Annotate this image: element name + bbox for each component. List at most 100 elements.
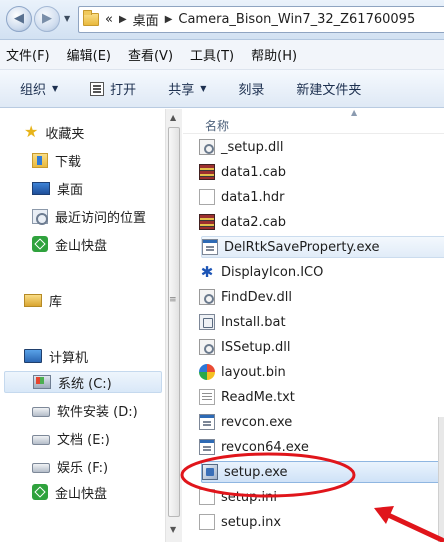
menu-tools[interactable]: 工具(T) <box>190 45 234 64</box>
menu-view[interactable]: 查看(V) <box>128 45 173 64</box>
nav-favorites[interactable]: ★ 收藏夹 <box>24 121 84 143</box>
file-row[interactable]: Install.bat <box>199 311 444 333</box>
file-name: setup.ini <box>221 489 277 505</box>
breadcrumb-current-folder[interactable]: Camera_Bison_Win7_32_Z61760095 <box>178 12 415 27</box>
share-button[interactable]: 共享 ▼ <box>168 79 206 98</box>
nav-item-kuaipan[interactable]: 金山快盘 <box>32 233 107 255</box>
scroll-up-icon[interactable]: ▲ <box>170 113 176 122</box>
breadcrumb-desktop[interactable]: 桌面 <box>133 10 159 29</box>
back-button[interactable]: ◀ <box>6 6 32 32</box>
file-name: DelRtkSaveProperty.exe <box>224 239 380 255</box>
share-label: 共享 <box>168 83 195 98</box>
forward-button[interactable]: ▶ <box>34 6 60 32</box>
nav-item-recent-places[interactable]: 最近访问的位置 <box>32 205 146 227</box>
ico-file-icon: ✱ <box>200 263 214 281</box>
nav-libraries-label: 库 <box>49 294 63 310</box>
nav-item-drive-e[interactable]: 文档 (E:) <box>32 427 110 449</box>
file-row[interactable]: setup.inx <box>199 511 444 533</box>
file-name: FindDev.dll <box>221 289 292 305</box>
gear-icon <box>199 289 215 305</box>
cab-icon <box>199 214 215 230</box>
nav-item-drive-f[interactable]: 娱乐 (F:) <box>32 455 108 477</box>
batch-icon <box>199 314 215 330</box>
file-row[interactable]: layout.bin <box>199 361 444 383</box>
organize-button[interactable]: 组织 ▼ <box>20 79 58 98</box>
file-row[interactable]: ✱ DisplayIcon.ICO <box>199 261 444 283</box>
nav-item-label: 文档 (E:) <box>57 432 110 448</box>
arrow-left-icon: ◀ <box>14 11 24 26</box>
address-field[interactable]: « ▶ 桌面 ▶ Camera_Bison_Win7_32_Z61760095 <box>78 6 444 33</box>
gear-icon <box>199 139 215 155</box>
nav-pane-scrollbar[interactable]: ▲ ≡ ▼ <box>165 109 182 542</box>
libraries-icon <box>24 293 42 307</box>
chevron-right-icon[interactable]: ▶ <box>165 14 173 25</box>
scroll-down-icon[interactable]: ▼ <box>170 525 176 534</box>
nav-item-label: 下载 <box>55 154 82 170</box>
file-name: ReadMe.txt <box>221 389 295 405</box>
grip-icon: ≡ <box>169 295 177 305</box>
file-row[interactable]: data1.cab <box>199 161 444 183</box>
file-list-pane: ▲ 名称 _setup.dll data1.cab data1.hdr data… <box>183 109 444 542</box>
sort-ascending-icon: ▲ <box>351 109 358 117</box>
open-icon <box>90 81 105 96</box>
nav-computer[interactable]: 计算机 <box>24 345 88 367</box>
nav-item-label: 金山快盘 <box>55 486 108 502</box>
kuaipan-icon <box>32 236 48 252</box>
system-drive-icon <box>33 375 51 389</box>
arrow-right-icon: ▶ <box>42 11 52 26</box>
file-row[interactable]: data1.hdr <box>199 186 444 208</box>
file-name: setup.inx <box>221 514 282 530</box>
document-icon <box>199 514 215 530</box>
nav-item-label: 系统 (C:) <box>58 376 112 392</box>
scrollbar-thumb[interactable] <box>168 127 180 517</box>
nav-item-label: 软件安装 (D:) <box>57 404 138 420</box>
new-folder-button[interactable]: 新建文件夹 <box>296 79 361 98</box>
file-row[interactable]: revcon.exe <box>199 411 444 433</box>
nav-item-downloads[interactable]: 下载 <box>32 149 81 171</box>
nav-computer-label: 计算机 <box>49 350 89 366</box>
setup-icon <box>202 464 218 480</box>
file-name: Install.bat <box>221 314 286 330</box>
address-bar-area: ◀ ▶ ▼ « ▶ 桌面 ▶ Camera_Bison_Win7_32_Z617… <box>0 0 444 40</box>
file-name: revcon64.exe <box>221 439 309 455</box>
hard-drive-icon <box>32 462 50 473</box>
file-pane-scrollbar[interactable] <box>438 417 444 542</box>
command-bar: 组织 ▼ 打开 共享 ▼ 刻录 新建文件夹 <box>0 70 444 108</box>
computer-icon <box>24 349 42 363</box>
nav-item-drive-c[interactable]: 系统 (C:) <box>4 371 162 393</box>
document-icon <box>199 189 215 205</box>
file-row[interactable]: ISSetup.dll <box>199 336 444 358</box>
file-row[interactable]: FindDev.dll <box>199 286 444 308</box>
gear-icon <box>199 339 215 355</box>
menu-bar: 文件(F) 编辑(E) 查看(V) 工具(T) 帮助(H) <box>0 40 444 70</box>
file-row[interactable]: _setup.dll <box>199 136 444 158</box>
dropdown-arrow-icon: ▼ <box>52 84 59 93</box>
file-row[interactable]: ReadMe.txt <box>199 386 444 408</box>
file-row[interactable]: setup.ini <box>199 486 444 508</box>
nav-libraries[interactable]: 库 <box>24 289 62 311</box>
hard-drive-icon <box>32 406 50 417</box>
nav-item-label: 最近访问的位置 <box>55 210 147 226</box>
file-name: _setup.dll <box>221 139 284 155</box>
file-row[interactable]: revcon64.exe <box>199 436 444 458</box>
burn-button[interactable]: 刻录 <box>238 79 264 98</box>
exe-icon <box>199 439 215 455</box>
recent-pages-dropdown-icon[interactable]: ▼ <box>64 14 70 23</box>
chevron-right-icon[interactable]: ▶ <box>119 14 127 25</box>
breadcrumb-overflow[interactable]: « <box>105 12 113 27</box>
menu-help[interactable]: 帮助(H) <box>251 45 297 64</box>
nav-item-drive-d[interactable]: 软件安装 (D:) <box>32 399 138 421</box>
organize-label: 组织 <box>20 83 47 98</box>
file-name: data2.cab <box>221 214 287 230</box>
file-row[interactable]: data2.cab <box>199 211 444 233</box>
open-button[interactable]: 打开 <box>90 79 136 98</box>
document-icon <box>199 489 215 505</box>
nav-item-kuaipan-drive[interactable]: 金山快盘 <box>32 481 107 503</box>
column-header-name[interactable]: ▲ 名称 <box>183 109 444 134</box>
file-row-selected[interactable]: setup.exe <box>201 461 444 483</box>
file-name: data1.cab <box>221 164 287 180</box>
menu-file[interactable]: 文件(F) <box>6 45 50 64</box>
nav-item-desktop[interactable]: 桌面 <box>32 177 83 199</box>
menu-edit[interactable]: 编辑(E) <box>67 45 111 64</box>
file-row[interactable]: DelRtkSaveProperty.exe <box>201 236 444 258</box>
